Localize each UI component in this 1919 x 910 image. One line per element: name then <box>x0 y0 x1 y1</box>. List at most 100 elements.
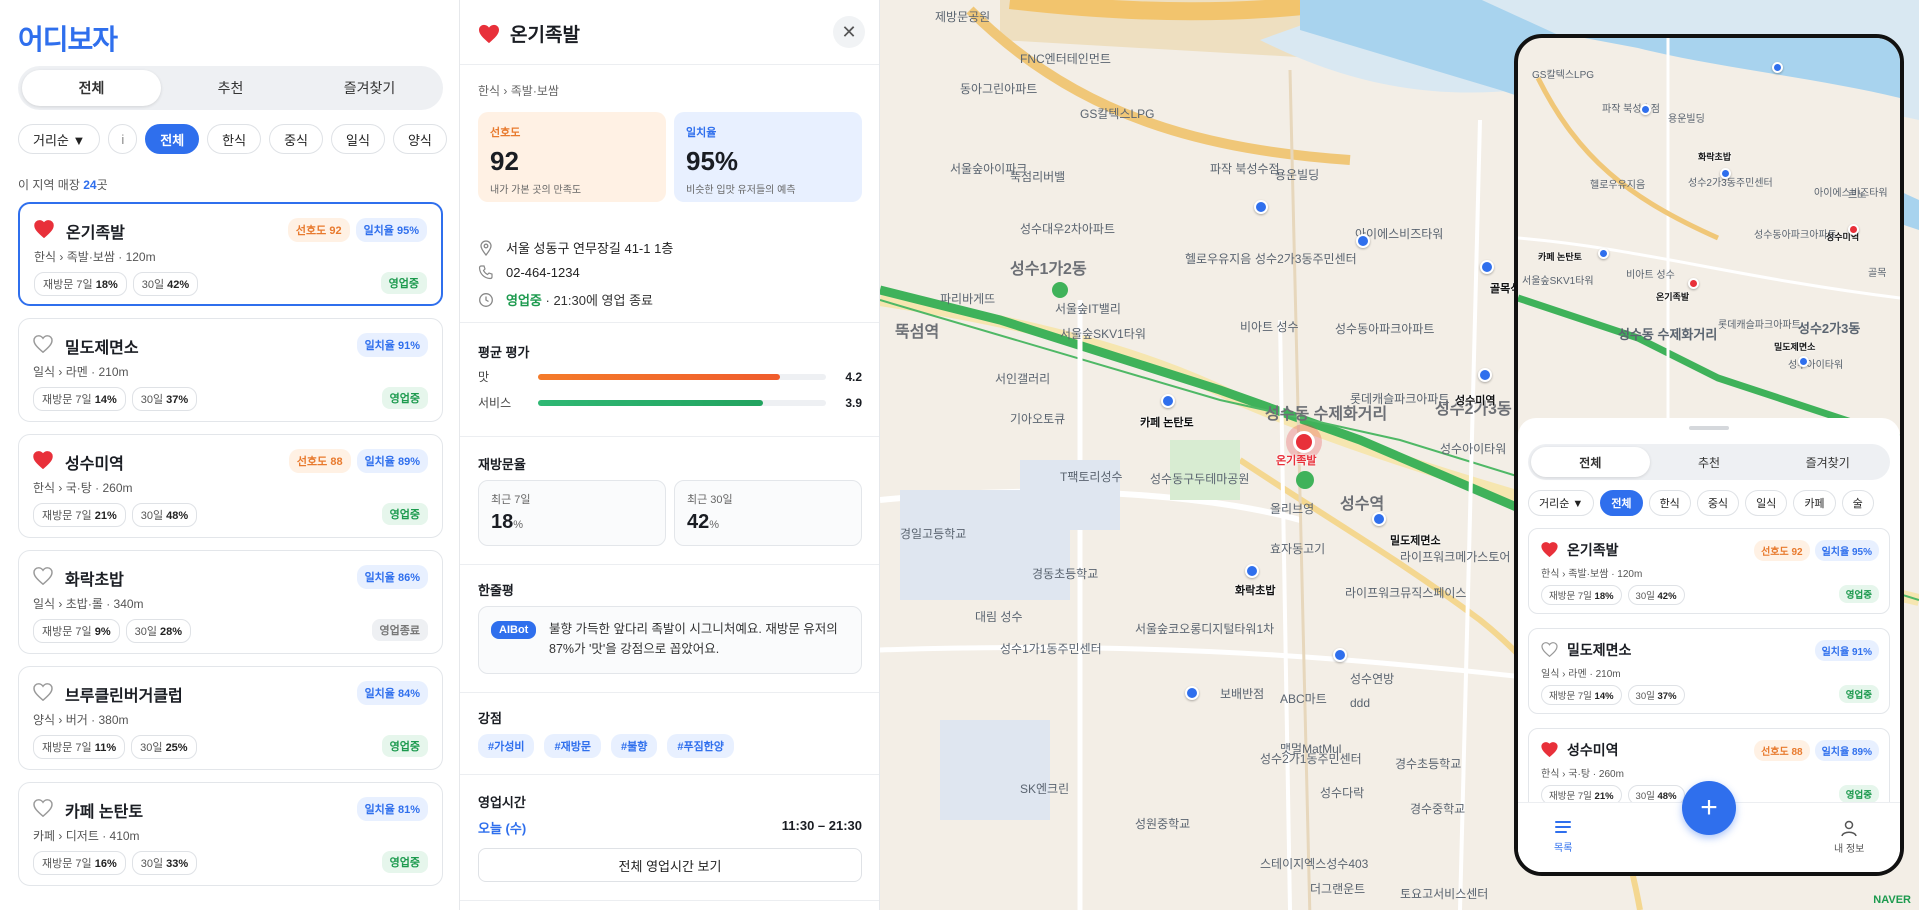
tab-bar: 전체 추천 즐겨찾기 <box>18 66 443 110</box>
map-label: 성수아이타워 <box>1440 442 1507 456</box>
filter-chip-chinese[interactable]: 중식 <box>269 124 324 154</box>
revisit-7d-chip: 재방문 7일 18% <box>1541 585 1622 605</box>
close-button[interactable]: ✕ <box>833 16 865 48</box>
nav-my-info[interactable]: 내 정보 <box>1834 819 1864 855</box>
place-name: 밀도제면소 <box>1567 642 1632 658</box>
place-card[interactable]: 성수미역 선호도 88 일치율 89% 한식 › 국·탕 · 260m 재방문 … <box>18 434 443 538</box>
place-badges: 선호도 88 일치율 89% <box>288 449 428 473</box>
nav-list[interactable]: 목록 <box>1554 819 1572 854</box>
place-pin-label: 성수미역 <box>1455 395 1496 407</box>
phone-chip-all[interactable]: 전체 <box>1600 490 1643 516</box>
heart-outline-icon[interactable] <box>1541 642 1558 657</box>
heart-filled-icon[interactable] <box>34 220 54 238</box>
place-pin-cafe[interactable] <box>1161 394 1175 408</box>
place-card[interactable]: 온기족발 선호도 92 일치율 95% 한식 › 족발·보쌈 · 120m 재방… <box>1528 528 1890 614</box>
place-pin-mildo[interactable] <box>1372 512 1386 526</box>
phone-map-label: 서울숲SKV1타워 <box>1522 276 1594 287</box>
place-pin[interactable] <box>1333 648 1347 662</box>
open-status-badge: 영업중 <box>381 387 428 409</box>
phone-map-label: 르노 <box>1848 190 1867 201</box>
map-label: 라이프워크뮤직스페이스 <box>1345 586 1467 600</box>
heart-filled-icon[interactable] <box>1541 742 1558 757</box>
revisit-stats: 재방문 7일 18% 30일 42% <box>1541 585 1685 605</box>
phone-map-label: 롯데캐슬파크아파트 <box>1718 320 1801 331</box>
filter-chip-western[interactable]: 양식 <box>392 124 447 154</box>
place-card[interactable]: 화락초밥 일치율 86% 일식 › 초밥·롤 · 340m 재방문 7일 9% … <box>18 550 443 654</box>
place-pin[interactable] <box>1480 260 1494 274</box>
phone-sort-dropdown[interactable]: 거리순 ▼ <box>1528 490 1595 516</box>
phone-chip-korean[interactable]: 한식 <box>1648 490 1691 516</box>
tab-all[interactable]: 전체 <box>22 70 161 106</box>
place-card[interactable]: 브루클린버거클럽 일치율 84% 양식 › 버거 · 380m 재방문 7일 1… <box>18 666 443 770</box>
map-label: 경일고등학교 <box>900 527 967 541</box>
selected-place-pin[interactable] <box>1293 431 1315 453</box>
place-card[interactable]: 온기족발 선호도 92 일치율 95% 한식 › 족발·보쌈 · 120m 재방… <box>18 202 443 306</box>
phone-selected-pin[interactable] <box>1688 278 1699 289</box>
phone-tab-all[interactable]: 전체 <box>1531 447 1650 477</box>
phone-preview: GS칼텍스LPG 파작 북성수점 용운빌딩 화락초밥 헬로우유지음 성수2가3동주민센터 카… <box>1514 34 1904 876</box>
place-pin[interactable] <box>1254 200 1268 214</box>
place-pin[interactable] <box>1185 686 1199 700</box>
place-name: 온기족발 <box>1567 542 1619 558</box>
filter-chip-korean[interactable]: 한식 <box>207 124 262 154</box>
place-pin-seongsu-miyeok[interactable] <box>1478 368 1492 382</box>
heart-filled-icon[interactable] <box>33 451 53 469</box>
sheet-handle[interactable] <box>1689 426 1729 430</box>
heart-outline-icon[interactable] <box>33 799 53 817</box>
map-label: 성수동아파크아파트 <box>1335 322 1435 336</box>
tab-favorites[interactable]: 즐겨찾기 <box>300 70 439 106</box>
preference-badge: 선호도 92 <box>1754 540 1810 561</box>
place-pin-hwarak[interactable] <box>1245 564 1259 578</box>
map-label: 경동초등학교 <box>1032 567 1099 581</box>
strengths-title: 강점 <box>478 711 502 726</box>
revisit-7d: 최근 7일 18% <box>478 480 666 546</box>
revisit-stats: 재방문 7일 18% 30일 42% <box>34 272 199 296</box>
match-badge: 일치율 89% <box>356 449 428 473</box>
filter-chip-japanese[interactable]: 일식 <box>331 124 385 154</box>
map-label: 경수중학교 <box>1410 802 1466 816</box>
phone-chip-cafe[interactable]: 카페 <box>1793 490 1836 516</box>
place-card[interactable]: 밀도제면소 일치율 91% 일식 › 라멘 · 210m 재방문 7일 14% … <box>1528 628 1890 714</box>
phone-place-pin[interactable] <box>1798 356 1809 367</box>
phone-tab-favorites[interactable]: 즐겨찾기 <box>1768 447 1887 477</box>
place-card[interactable]: 카페 논탄토 일치율 81% 카페 › 디저트 · 410m 재방문 7일 16… <box>18 782 443 886</box>
filter-chip-all[interactable]: 전체 <box>145 124 200 154</box>
clock-icon <box>479 292 493 307</box>
place-name: 브루클린버거클럽 <box>65 688 183 705</box>
phone-place-pin[interactable] <box>1848 224 1859 235</box>
all-hours-button[interactable]: 전체 영업시간 보기 <box>478 848 862 882</box>
phone-place-pin[interactable] <box>1640 104 1651 115</box>
phone-place-pin[interactable] <box>1720 168 1731 179</box>
heart-outline-icon[interactable] <box>33 567 53 585</box>
tab-recommended[interactable]: 추천 <box>161 70 300 106</box>
phone-chip-alcohol[interactable]: 술 <box>1841 490 1874 516</box>
revisit-7d-chip: 재방문 7일 14% <box>1541 685 1622 705</box>
close-time-note: · 21:30에 영업 종료 <box>545 293 654 308</box>
phone-bottom-sheet: 전체 추천 즐겨찾기 거리순 ▼ 전체 한식 중식 일식 카페 술 온기족발 선… <box>1518 418 1900 872</box>
map-label: 대림 성수 <box>975 610 1023 624</box>
phone-chip-japanese[interactable]: 일식 <box>1745 490 1788 516</box>
phone-text[interactable]: 02-464-1234 <box>506 265 580 280</box>
place-pin[interactable] <box>1356 234 1370 248</box>
info-button[interactable]: i <box>108 124 138 154</box>
phone-chip-chinese[interactable]: 중식 <box>1696 490 1740 516</box>
rating-bar <box>538 373 826 380</box>
revisit-stats: 재방문 7일 11% 30일 25% <box>33 735 197 759</box>
place-card[interactable]: 밀도제면소 일치율 91% 일식 › 라멘 · 210m 재방문 7일 14% … <box>18 318 443 422</box>
match-badge: 일치율 95% <box>1814 540 1879 561</box>
sort-dropdown[interactable]: 거리순 ▼ <box>18 124 101 154</box>
phone-row[interactable]: 02-464-1234 <box>478 264 580 280</box>
map-label: 제방문공원 <box>935 10 991 24</box>
preference-caption: 내가 가본 곳의 만족도 <box>490 185 582 196</box>
heart-filled-icon[interactable] <box>478 24 500 44</box>
match-badge: 일치율 95% <box>355 218 427 242</box>
add-button[interactable]: + <box>1682 781 1736 835</box>
heart-outline-icon[interactable] <box>33 683 53 701</box>
heart-filled-icon[interactable] <box>1541 542 1558 557</box>
phone-tab-recommended[interactable]: 추천 <box>1650 447 1769 477</box>
today-label: 오늘 (수) <box>478 821 527 836</box>
phone-place-pin[interactable] <box>1772 62 1783 73</box>
phone-place-pin[interactable] <box>1598 248 1609 259</box>
address-text: 서울 성동구 연무장길 41-1 1층 <box>506 241 674 256</box>
heart-outline-icon[interactable] <box>33 335 53 353</box>
